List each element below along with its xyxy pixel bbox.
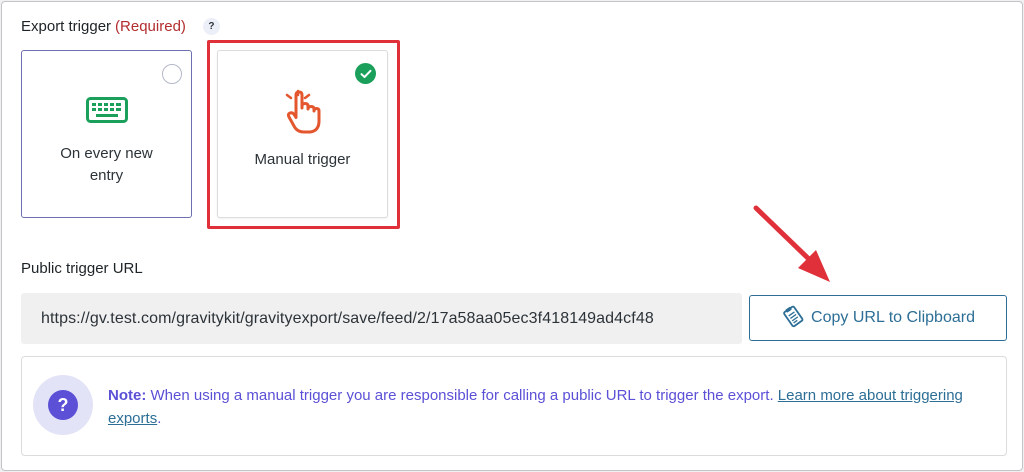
copy-url-label: Copy URL to Clipboard [811,309,975,326]
note-text: Note: When using a manual trigger you ar… [108,384,968,430]
note-body: When using a manual trigger you are resp… [150,387,774,404]
option-card-every-new-entry[interactable]: On every new entry [21,50,192,218]
copy-url-button[interactable]: Copy URL to Clipboard [749,295,1007,341]
annotation-arrow-icon [753,205,830,282]
export-trigger-text: Export trigger [21,18,112,35]
note-suffix: . [157,410,162,427]
selection-highlight-box [207,40,400,229]
option-label: On every new entry [60,145,153,184]
public-trigger-url-label: Public trigger URL [21,260,143,277]
public-trigger-url-field[interactable]: https://gv.test.com/gravitykit/gravityex… [21,293,742,344]
question-icon: ? [33,375,93,435]
radio-unchecked-icon[interactable] [162,64,182,84]
keyboard-icon [85,75,128,123]
export-settings-panel: Export trigger (Required) ? On every new [1,1,1023,471]
clipboard-icon [781,304,805,333]
help-icon[interactable]: ? [202,18,220,35]
required-marker: (Required) [115,18,186,35]
note-box: ? Note: When using a manual trigger you … [21,356,1007,456]
export-trigger-label: Export trigger (Required) ? [21,18,220,35]
note-prefix: Note: [108,387,147,404]
